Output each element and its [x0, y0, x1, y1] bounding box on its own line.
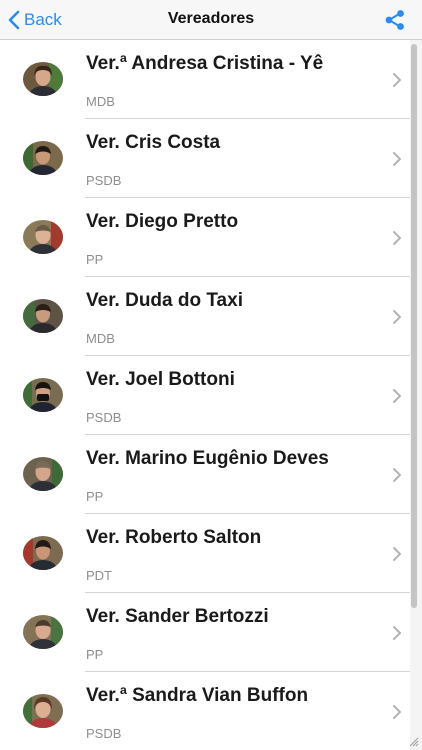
avatar — [23, 536, 63, 570]
list-item[interactable]: Ver. Roberto Salton PDT — [0, 514, 410, 593]
list-item[interactable]: Ver.ª Andresa Cristina - Yê MDB — [0, 40, 410, 119]
councilor-party: PP — [86, 647, 104, 662]
avatar — [23, 299, 63, 333]
chevron-right-icon — [393, 231, 401, 245]
avatar — [23, 694, 63, 728]
scrollbar-thumb[interactable] — [411, 44, 417, 608]
councilor-name: Ver. Sander Bertozzi — [86, 606, 269, 627]
councilor-name: Ver. Cris Costa — [86, 132, 221, 153]
list-item[interactable]: Ver. Sander Bertozzi PP — [0, 593, 410, 672]
avatar — [23, 378, 63, 412]
councilor-party: PP — [86, 489, 104, 504]
councilor-party: PP — [86, 252, 104, 267]
councilor-name: Ver.ª Andresa Cristina - Yê — [86, 53, 324, 74]
councilor-name: Ver.ª Sandra Vian Buffon — [86, 685, 309, 706]
councilor-name: Ver. Joel Bottoni — [86, 369, 235, 390]
avatar — [23, 220, 63, 254]
share-button[interactable] — [384, 9, 406, 31]
councilor-name: Ver. Roberto Salton — [86, 527, 262, 548]
chevron-right-icon — [393, 547, 401, 561]
councilor-party: PSDB — [86, 726, 122, 741]
chevron-right-icon — [393, 152, 401, 166]
chevron-right-icon — [393, 310, 401, 324]
navigation-bar: Back Vereadores — [0, 0, 422, 40]
councilor-name: Ver. Diego Pretto — [86, 211, 239, 232]
page-title: Vereadores — [167, 10, 255, 27]
councilor-name: Ver. Marino Eugênio Deves — [86, 448, 329, 469]
list-item[interactable]: Ver. Duda do Taxi MDB — [0, 277, 410, 356]
resize-grip-icon[interactable] — [407, 735, 419, 747]
share-icon — [384, 10, 406, 35]
avatar — [23, 615, 63, 649]
councilor-party: PDT — [86, 568, 112, 583]
list-item[interactable]: Ver. Cris Costa PSDB — [0, 119, 410, 198]
list-item[interactable]: Ver. Diego Pretto PP — [0, 198, 410, 277]
councilor-list: Ver.ª Andresa Cristina - Yê MDB Ver. Cri… — [0, 40, 410, 750]
vertical-scrollbar[interactable] — [410, 40, 422, 750]
avatar — [23, 141, 63, 175]
list-item[interactable]: Ver.ª Sandra Vian Buffon PSDB — [0, 672, 410, 750]
councilor-name: Ver. Duda do Taxi — [86, 290, 243, 311]
councilor-party: PSDB — [86, 173, 122, 188]
chevron-right-icon — [393, 626, 401, 640]
chevron-right-icon — [393, 468, 401, 482]
councilor-party: MDB — [86, 94, 115, 109]
chevron-right-icon — [393, 73, 401, 87]
list-item[interactable]: Ver. Marino Eugênio Deves PP — [0, 435, 410, 514]
avatar — [23, 62, 63, 96]
chevron-right-icon — [393, 389, 401, 403]
avatar — [23, 457, 63, 491]
list-item[interactable]: Ver. Joel Bottoni PSDB — [0, 356, 410, 435]
councilor-party: PSDB — [86, 410, 122, 425]
chevron-right-icon — [393, 705, 401, 719]
councilor-party: MDB — [86, 331, 115, 346]
